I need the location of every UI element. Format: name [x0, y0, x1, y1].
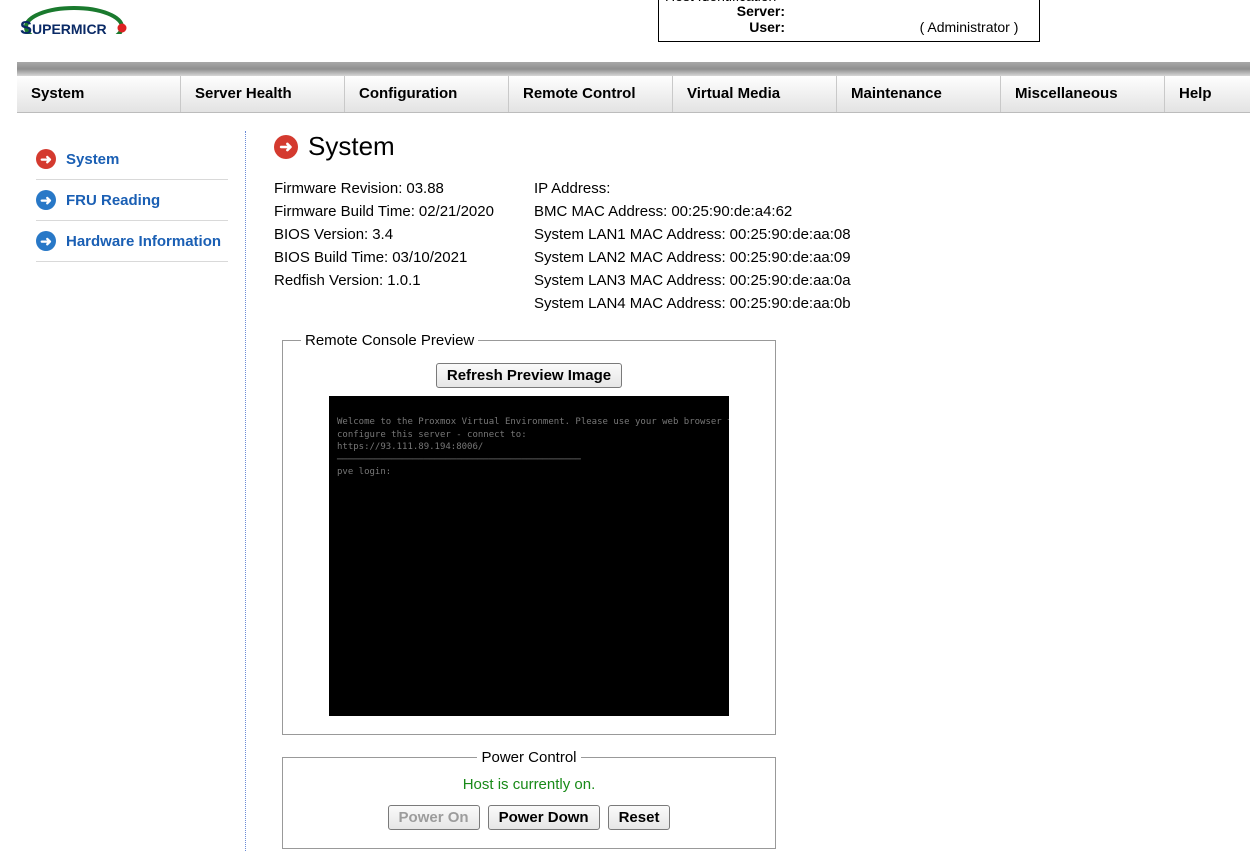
host-identification-box: Host Identification Server: User: ( Admi…	[658, 0, 1040, 42]
power-on-button[interactable]: Power On	[388, 805, 480, 830]
info-column-right: IP Address: BMC MAC Address:00:25:90:de:…	[534, 180, 851, 318]
svg-text:S: S	[20, 18, 32, 38]
lan4-mac-label: System LAN4 MAC Address:	[534, 295, 726, 312]
sidebar-item-fru-reading[interactable]: ➜ FRU Reading	[36, 180, 228, 221]
sidebar-item-hardware-information[interactable]: ➜ Hardware Information	[36, 221, 228, 262]
svg-text:UPERMICR: UPERMICR	[32, 21, 107, 37]
console-line: https://93.111.89.194:8006/	[337, 441, 721, 454]
firmware-build-time-label: Firmware Build Time:	[274, 203, 415, 220]
nav-virtual-media[interactable]: Virtual Media	[673, 76, 837, 112]
lan2-mac-label: System LAN2 MAC Address:	[534, 249, 726, 266]
firmware-revision-label: Firmware Revision:	[274, 180, 402, 197]
bmc-mac-value: 00:25:90:de:a4:62	[671, 203, 792, 220]
sidebar-item-label: System	[66, 151, 119, 168]
main-nav: System Server Health Configuration Remot…	[17, 76, 1250, 113]
supermicro-logo: S UPERMICR	[0, 0, 138, 55]
nav-system[interactable]: System	[17, 76, 181, 112]
bios-version-value: 3.4	[372, 226, 393, 243]
bios-version-label: BIOS Version:	[274, 226, 368, 243]
redfish-version-value: 1.0.1	[387, 272, 420, 289]
sidebar-item-system[interactable]: ➜ System	[36, 139, 228, 180]
power-down-button[interactable]: Power Down	[488, 805, 600, 830]
nav-miscellaneous[interactable]: Miscellaneous	[1001, 76, 1165, 112]
info-column-left: Firmware Revision:03.88 Firmware Build T…	[274, 180, 494, 318]
refresh-preview-button[interactable]: Refresh Preview Image	[436, 363, 622, 388]
console-preview-image[interactable]: Welcome to the Proxmox Virtual Environme…	[329, 396, 729, 716]
console-legend: Remote Console Preview	[301, 332, 478, 349]
host-server-label: Server:	[669, 3, 789, 19]
firmware-build-time-value: 02/21/2020	[419, 203, 494, 220]
nav-maintenance[interactable]: Maintenance	[837, 76, 1001, 112]
power-legend: Power Control	[477, 749, 580, 766]
arrow-right-icon: ➜	[36, 149, 56, 169]
bmc-mac-label: BMC MAC Address:	[534, 203, 667, 220]
lan3-mac-label: System LAN3 MAC Address:	[534, 272, 726, 289]
sidebar: ➜ System ➜ FRU Reading ➜ Hardware Inform…	[0, 131, 246, 851]
console-line: Welcome to the Proxmox Virtual Environme…	[337, 416, 721, 429]
header-gradient	[17, 62, 1250, 76]
host-user-value	[789, 19, 909, 35]
page-title: ➜ System	[274, 131, 1250, 162]
page-title-text: System	[308, 131, 395, 162]
lan1-mac-label: System LAN1 MAC Address:	[534, 226, 726, 243]
ip-address-label: IP Address:	[534, 180, 610, 197]
bios-build-time-value: 03/10/2021	[392, 249, 467, 266]
lan1-mac-value: 00:25:90:de:aa:08	[730, 226, 851, 243]
host-user-role: ( Administrator )	[909, 19, 1029, 35]
arrow-right-icon: ➜	[36, 231, 56, 251]
nav-configuration[interactable]: Configuration	[345, 76, 509, 112]
lan2-mac-value: 00:25:90:de:aa:09	[730, 249, 851, 266]
remote-console-preview-box: Remote Console Preview Refresh Preview I…	[282, 332, 776, 735]
power-control-box: Power Control Host is currently on. Powe…	[282, 749, 776, 849]
console-line: pve login:	[337, 466, 721, 479]
main-content: ➜ System Firmware Revision:03.88 Firmwar…	[246, 131, 1250, 851]
nav-remote-control[interactable]: Remote Control	[509, 76, 673, 112]
console-line: configure this server - connect to:	[337, 429, 721, 442]
nav-help[interactable]: Help	[1165, 76, 1250, 112]
sidebar-item-label: Hardware Information	[66, 233, 221, 250]
lan4-mac-value: 00:25:90:de:aa:0b	[730, 295, 851, 312]
host-power-status: Host is currently on.	[301, 776, 757, 793]
host-user-label: User:	[669, 19, 789, 35]
bios-build-time-label: BIOS Build Time:	[274, 249, 388, 266]
host-id-legend: Host Identification	[663, 0, 778, 4]
console-line: ────────────────────────────────────────…	[337, 454, 721, 467]
host-server-value	[789, 3, 1029, 19]
sidebar-item-label: FRU Reading	[66, 192, 160, 209]
nav-server-health[interactable]: Server Health	[181, 76, 345, 112]
firmware-revision-value: 03.88	[406, 180, 444, 197]
arrow-right-icon: ➜	[36, 190, 56, 210]
lan3-mac-value: 00:25:90:de:aa:0a	[730, 272, 851, 289]
arrow-right-icon: ➜	[274, 135, 298, 159]
reset-button[interactable]: Reset	[608, 805, 671, 830]
redfish-version-label: Redfish Version:	[274, 272, 383, 289]
